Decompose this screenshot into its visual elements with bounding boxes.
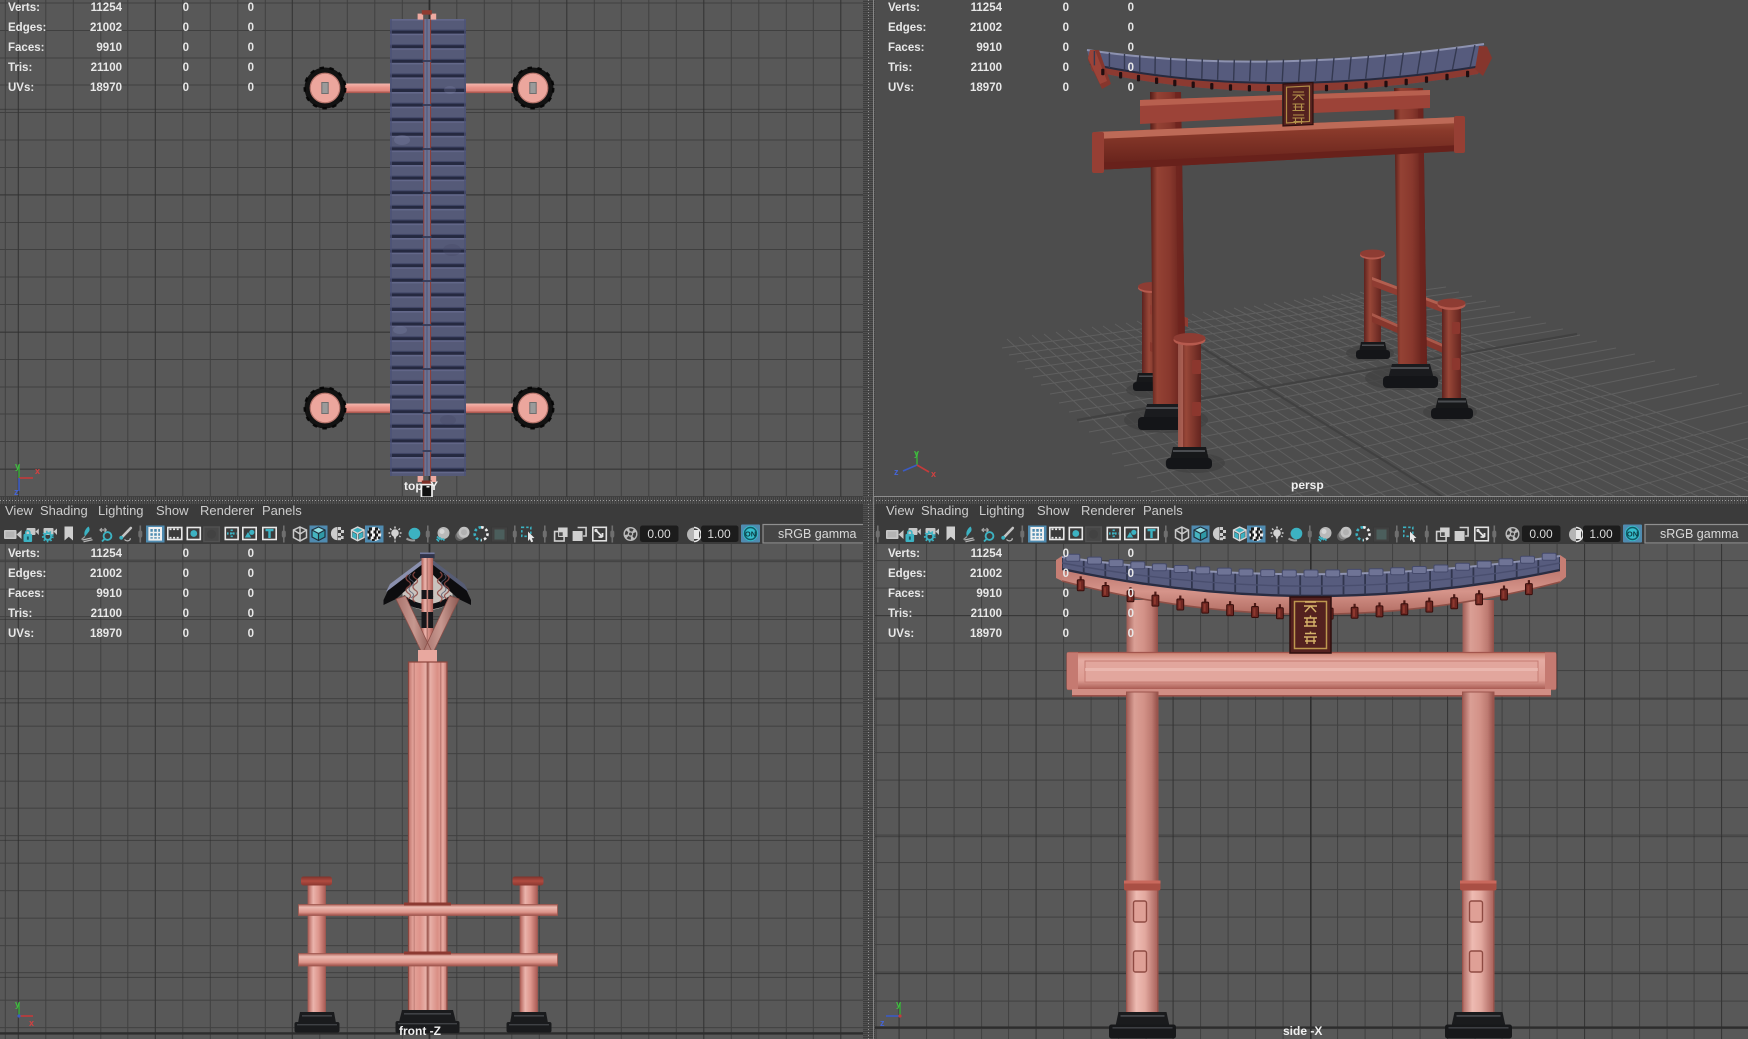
svg-text:x: x xyxy=(35,466,40,476)
svg-text:y: y xyxy=(914,448,919,458)
svg-text:z: z xyxy=(880,1018,885,1028)
svg-text:z: z xyxy=(894,467,899,477)
svg-text:x: x xyxy=(29,1018,34,1028)
svg-text:0.00: 0.00 xyxy=(1529,527,1553,541)
svg-text:sRGB gamma: sRGB gamma xyxy=(1660,527,1739,541)
svg-text:y: y xyxy=(15,461,20,471)
svg-text:z: z xyxy=(14,487,19,497)
svg-text:0.00: 0.00 xyxy=(647,527,671,541)
svg-text:y: y xyxy=(15,999,20,1009)
svg-text:sRGB gamma: sRGB gamma xyxy=(778,527,857,541)
svg-text:x: x xyxy=(931,469,936,479)
svg-text:1.00: 1.00 xyxy=(1589,527,1613,541)
svg-text:y: y xyxy=(896,999,901,1009)
svg-text:1.00: 1.00 xyxy=(707,527,731,541)
